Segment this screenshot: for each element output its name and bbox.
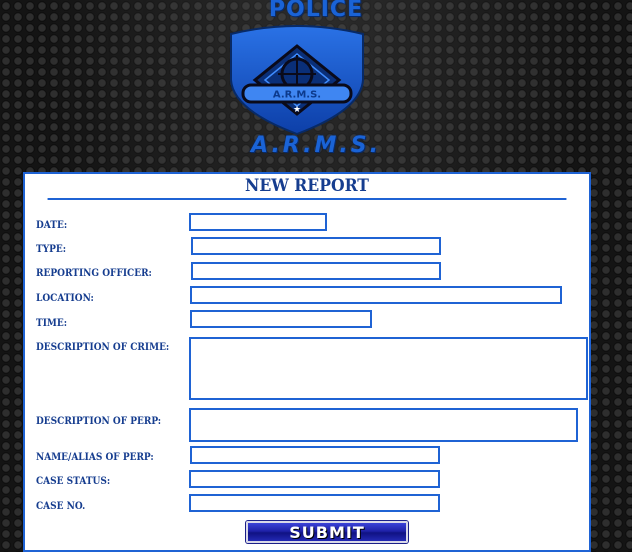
form-title: NEW REPORT	[47, 174, 567, 200]
submit-button[interactable]: SUBMIT	[246, 521, 408, 543]
logo-bottom-text: A.R.M.S.	[251, 133, 381, 158]
case-status-field[interactable]	[189, 470, 440, 488]
type-label: TYPE:	[36, 244, 67, 255]
date-field[interactable]	[189, 213, 327, 231]
time-label: TIME:	[36, 318, 68, 329]
case-status-label: CASE STATUS:	[36, 476, 111, 487]
description-of-crime-field[interactable]	[189, 337, 588, 400]
location-field[interactable]	[190, 286, 562, 304]
time-field[interactable]	[190, 310, 372, 328]
police-badge-icon: A.R.M.S. ★	[230, 25, 364, 136]
name-alias-of-perp-field[interactable]	[190, 446, 440, 464]
police-arms-logo: POLICE A.R.M.S. ★ A.R.M.S.	[0, 0, 632, 165]
logo-top-text: POLICE	[268, 0, 364, 22]
case-no-label: CASE NO.	[36, 501, 86, 512]
reporting-officer-field[interactable]	[191, 262, 441, 280]
description-of-perp-field[interactable]	[189, 408, 578, 442]
new-report-form: NEW REPORT DATE: TYPE: REPORTING OFFICER…	[23, 172, 591, 552]
reporting-officer-label: REPORTING OFFICER:	[36, 268, 152, 279]
date-label: DATE:	[36, 220, 68, 231]
name-alias-of-perp-label: NAME/ALIAS OF PERP:	[36, 452, 154, 463]
description-of-crime-label: DESCRIPTION OF CRIME:	[36, 342, 170, 353]
description-of-perp-label: DESCRIPTION OF PERP:	[36, 416, 162, 427]
svg-text:★: ★	[293, 105, 301, 115]
location-label: LOCATION:	[36, 293, 94, 304]
badge-text: A.R.M.S.	[273, 90, 321, 101]
case-no-field[interactable]	[189, 494, 440, 512]
type-field[interactable]	[191, 237, 441, 255]
